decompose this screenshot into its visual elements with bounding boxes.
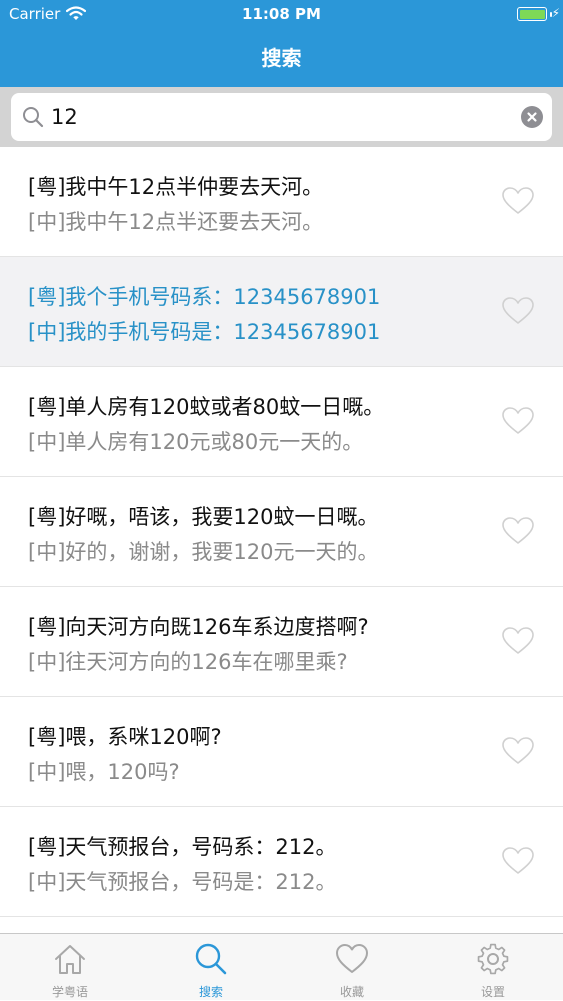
tab-favorites[interactable]: 收藏 <box>282 934 422 1001</box>
list-item[interactable]: [粤]单人房有120蚊或者80蚊一日嘅。 [中]单人房有120元或80元一天的。 <box>0 367 563 477</box>
mandarin-text: [中]我中午12点半还要去天河。 <box>28 210 324 234</box>
clock-label: 11:08 PM <box>242 5 321 23</box>
tab-label: 收藏 <box>339 985 364 999</box>
heart-icon[interactable] <box>501 626 535 656</box>
search-icon <box>195 943 227 975</box>
search-icon <box>23 107 44 128</box>
tab-search[interactable]: 搜索 <box>141 934 281 1001</box>
home-icon <box>55 945 85 974</box>
clear-search-button[interactable] <box>521 106 543 128</box>
tab-label: 搜索 <box>198 985 223 999</box>
list-item-highlighted[interactable]: [粤]我个手机号码系：12345678901 [中]我的手机号码是：123456… <box>0 257 563 367</box>
battery-fill <box>519 9 545 19</box>
tab-label: 设置 <box>480 985 505 999</box>
mandarin-text: [中]往天河方向的126车在哪里乘? <box>28 650 348 674</box>
tab-learn[interactable]: 学粤语 <box>0 934 140 1001</box>
status-bar: Carrier 11:08 PM ⚡ <box>0 0 563 30</box>
close-icon <box>527 112 537 122</box>
heart-icon[interactable] <box>501 846 535 876</box>
cantonese-text: [粤]天气预报台，号码系：212。 <box>28 835 337 859</box>
cantonese-text: [粤]向天河方向既126车系边度搭啊? <box>28 615 369 639</box>
mandarin-text: [中]喂，120吗? <box>28 760 180 784</box>
cantonese-text: [粤]喂，系咪120啊? <box>28 725 222 749</box>
battery-icon <box>517 7 547 21</box>
mandarin-text: [中]好的，谢谢，我要120元一天的。 <box>28 540 379 564</box>
cantonese-text: [粤]单人房有120蚊或者80蚊一日嘅。 <box>28 395 385 419</box>
heart-icon[interactable] <box>501 736 535 766</box>
page-title: 搜索 <box>261 46 302 70</box>
heart-icon[interactable] <box>501 406 535 436</box>
search-field[interactable] <box>11 93 552 141</box>
gear-icon <box>477 943 509 975</box>
mandarin-text: [中]天气预报台，号码是：212。 <box>28 870 337 894</box>
heart-icon[interactable] <box>501 186 535 216</box>
tab-label: 学粤语 <box>51 985 88 999</box>
list-item[interactable]: [粤]向天河方向既126车系边度搭啊? [中]往天河方向的126车在哪里乘? <box>0 587 563 697</box>
list-item[interactable]: [粤]天气预报台，号码系：212。 [中]天气预报台，号码是：212。 <box>0 807 563 917</box>
results-list: [粤]我中午12点半仲要去天河。 [中]我中午12点半还要去天河。 [粤]我个手… <box>0 147 563 917</box>
search-input[interactable] <box>51 101 491 133</box>
mandarin-text: [中]单人房有120元或80元一天的。 <box>28 430 364 454</box>
heart-icon[interactable] <box>501 516 535 546</box>
heart-icon[interactable] <box>501 296 535 326</box>
list-item[interactable]: [粤]好嘅，唔该，我要120蚊一日嘅。 [中]好的，谢谢，我要120元一天的。 <box>0 477 563 587</box>
cantonese-text: [粤]好嘅，唔该，我要120蚊一日嘅。 <box>28 505 379 529</box>
heart-icon <box>336 944 368 973</box>
list-item[interactable]: [粤]喂，系咪120啊? [中]喂，120吗? <box>0 697 563 807</box>
tab-bar: 学粤语 搜索 收藏 设置 <box>0 933 563 1000</box>
list-item[interactable]: [粤]我中午12点半仲要去天河。 [中]我中午12点半还要去天河。 <box>0 147 563 257</box>
tab-settings[interactable]: 设置 <box>423 934 563 1001</box>
nav-header: Carrier 11:08 PM ⚡ 搜索 <box>0 0 563 87</box>
search-bar <box>0 87 563 147</box>
mandarin-text: [中]我的手机号码是：12345678901 <box>28 320 381 344</box>
charging-icon: ⚡ <box>551 6 560 20</box>
cantonese-text: [粤]我个手机号码系：12345678901 <box>28 285 381 309</box>
cantonese-text: [粤]我中午12点半仲要去天河。 <box>28 175 324 199</box>
